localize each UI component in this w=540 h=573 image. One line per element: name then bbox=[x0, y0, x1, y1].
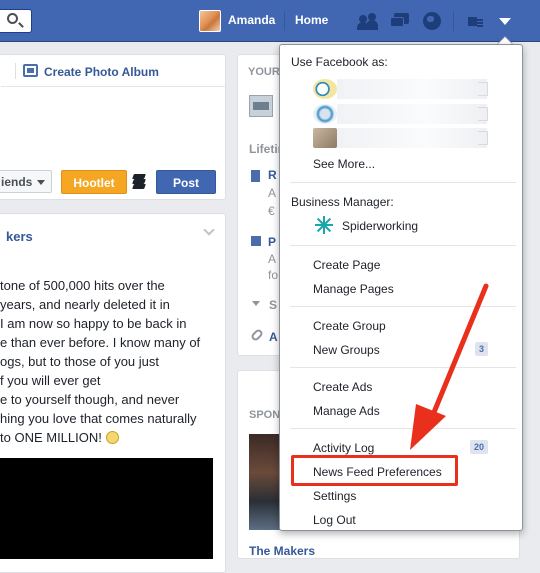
manage-pages-link[interactable]: Manage Pages bbox=[313, 282, 394, 296]
post-line: f you will ever get bbox=[0, 373, 101, 388]
menu-separator bbox=[290, 245, 516, 246]
create-group-link[interactable]: Create Group bbox=[313, 319, 386, 333]
sidebar-see-more[interactable]: S bbox=[269, 298, 277, 312]
audience-label: iends bbox=[1, 175, 33, 189]
sidebar-link[interactable]: R bbox=[268, 168, 277, 182]
log-out-link[interactable]: Log Out bbox=[313, 513, 356, 527]
account-avatar bbox=[313, 104, 337, 124]
account-option[interactable] bbox=[313, 128, 488, 148]
activity-log-link[interactable]: Activity Log bbox=[313, 441, 374, 455]
account-name-redacted bbox=[337, 104, 487, 124]
sidebar-subtext: A bbox=[268, 186, 277, 200]
search-icon[interactable] bbox=[7, 13, 18, 24]
photo-album-icon[interactable] bbox=[23, 64, 38, 77]
chevron-down-icon bbox=[37, 180, 45, 185]
business-manager-heading: Business Manager: bbox=[291, 195, 394, 209]
sidebar-subtext: fo bbox=[268, 268, 279, 282]
post-button[interactable]: Post bbox=[156, 170, 216, 194]
account-name-redacted bbox=[337, 79, 487, 99]
page-thumbnail[interactable] bbox=[249, 95, 273, 117]
post-line: ogs, but to those of you just bbox=[0, 354, 159, 369]
nav-divider bbox=[453, 11, 454, 31]
sidebar-link[interactable]: P bbox=[268, 235, 276, 249]
settings-link[interactable]: Settings bbox=[313, 489, 356, 503]
caret-down-icon[interactable] bbox=[252, 301, 260, 306]
account-selector bbox=[478, 107, 488, 121]
account-selector bbox=[478, 131, 488, 145]
smiley-emoji-icon bbox=[105, 431, 119, 444]
profile-name-link[interactable]: Amanda bbox=[228, 13, 275, 27]
business-spiderworking-link[interactable]: Spiderworking bbox=[342, 219, 418, 233]
post-line: e than ever before. I know many of bbox=[0, 335, 201, 350]
menu-separator bbox=[290, 182, 516, 183]
account-avatar bbox=[313, 128, 337, 148]
account-selector bbox=[478, 82, 488, 96]
post-line: years, and nearly deleted it in bbox=[0, 297, 170, 312]
post-options-chevron-icon[interactable] bbox=[203, 226, 215, 238]
sidebar-subtext: € bbox=[268, 204, 275, 218]
post-author-name[interactable]: kers bbox=[6, 229, 33, 244]
see-more-accounts-link[interactable]: See More... bbox=[313, 157, 375, 171]
nav-divider bbox=[284, 11, 285, 31]
sidebar-heading: YOUR bbox=[248, 66, 280, 78]
sponsored-image[interactable] bbox=[249, 434, 281, 530]
use-facebook-as-heading: Use Facebook as: bbox=[291, 55, 388, 69]
post-video[interactable] bbox=[0, 458, 213, 559]
flag-icon bbox=[251, 170, 260, 182]
pencil-icon bbox=[251, 236, 261, 246]
sponsored-label: SPON bbox=[249, 409, 281, 421]
search-box[interactable] bbox=[0, 9, 32, 33]
account-option[interactable] bbox=[313, 79, 488, 99]
create-page-link[interactable]: Create Page bbox=[313, 258, 380, 272]
notifications-globe-icon[interactable] bbox=[421, 11, 443, 31]
sponsored-title-link[interactable]: The Makers bbox=[249, 544, 315, 558]
create-photo-album-button[interactable]: Create Photo Album bbox=[44, 65, 159, 79]
privacy-shortcuts-icon[interactable] bbox=[466, 11, 488, 31]
friend-requests-icon[interactable] bbox=[357, 11, 379, 31]
home-link[interactable]: Home bbox=[295, 13, 328, 27]
composer-tabs: Create Photo Album bbox=[1, 55, 227, 87]
audience-selector[interactable]: iends bbox=[0, 170, 52, 193]
create-ads-link[interactable]: Create Ads bbox=[313, 380, 372, 394]
buffer-layers-icon[interactable] bbox=[131, 173, 147, 189]
spiderworking-logo-icon bbox=[315, 216, 333, 234]
sidebar-link[interactable]: A bbox=[269, 330, 278, 344]
tab-divider bbox=[15, 63, 16, 79]
account-menu-caret-icon[interactable] bbox=[496, 12, 514, 30]
new-groups-link[interactable]: New Groups bbox=[313, 343, 380, 357]
annotation-arrow-icon bbox=[410, 283, 489, 450]
hootlet-button[interactable]: Hootlet bbox=[61, 170, 127, 194]
post-line-last: to ONE MILLION! bbox=[0, 428, 226, 447]
messages-icon[interactable] bbox=[389, 11, 411, 31]
profile-avatar[interactable] bbox=[199, 10, 221, 32]
account-option[interactable] bbox=[313, 104, 488, 124]
account-avatar bbox=[313, 79, 337, 99]
post-line: e to yourself though, and never bbox=[0, 392, 180, 407]
account-name-redacted bbox=[337, 128, 487, 148]
post-line: hing you love that comes naturally bbox=[0, 411, 197, 426]
manage-ads-link[interactable]: Manage Ads bbox=[313, 404, 380, 418]
post-body-text: tone of 500,000 hits over the years, and… bbox=[0, 276, 226, 447]
post-line: tone of 500,000 hits over the bbox=[0, 278, 165, 293]
sidebar-subtext: A bbox=[268, 252, 277, 266]
post-line: I am now so happy to be back in bbox=[0, 316, 187, 331]
